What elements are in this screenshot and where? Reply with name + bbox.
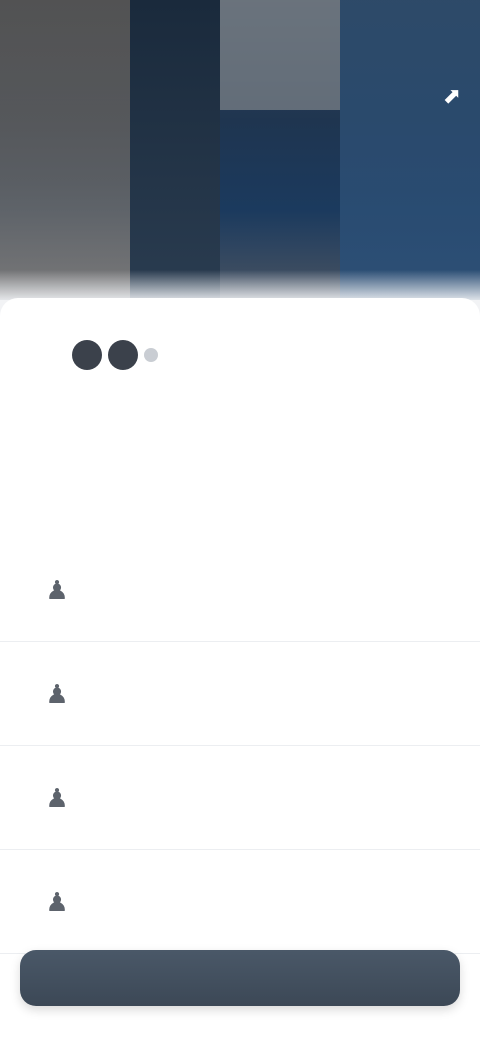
hero-title xyxy=(145,160,335,200)
rating-stars xyxy=(72,340,230,370)
hero-background-right xyxy=(340,0,480,300)
list-item[interactable]: ♟ xyxy=(0,642,480,746)
person-icon: ♟ xyxy=(45,678,69,709)
hero-background-mid xyxy=(220,0,340,110)
share-icon[interactable]: ⬈ xyxy=(436,80,468,112)
hero-background-figure xyxy=(130,0,220,300)
stat-top-right xyxy=(255,328,455,338)
star-filled-icon xyxy=(108,340,138,370)
list-item[interactable]: ♟ xyxy=(0,746,480,850)
hero-banner: ⬈ xyxy=(0,0,480,300)
details-card: ♟ ♟ ♟ ♟ xyxy=(0,298,480,1040)
people-list: ♟ ♟ ♟ ♟ xyxy=(0,538,480,954)
star-empty-icon xyxy=(144,348,158,362)
stat-bottom-right xyxy=(255,440,455,450)
hero-fade xyxy=(0,270,480,300)
stats-grid xyxy=(0,318,480,528)
hero-background-left xyxy=(0,0,130,300)
primary-action-button[interactable] xyxy=(20,950,460,1006)
person-icon: ♟ xyxy=(45,574,69,605)
person-icon: ♟ xyxy=(45,886,69,917)
person-icon: ♟ xyxy=(45,782,69,813)
list-item[interactable]: ♟ xyxy=(0,538,480,642)
stat-bottom-left xyxy=(20,440,220,450)
star-filled-icon xyxy=(72,340,102,370)
list-item[interactable]: ♟ xyxy=(0,850,480,954)
stat-rating xyxy=(30,328,230,370)
